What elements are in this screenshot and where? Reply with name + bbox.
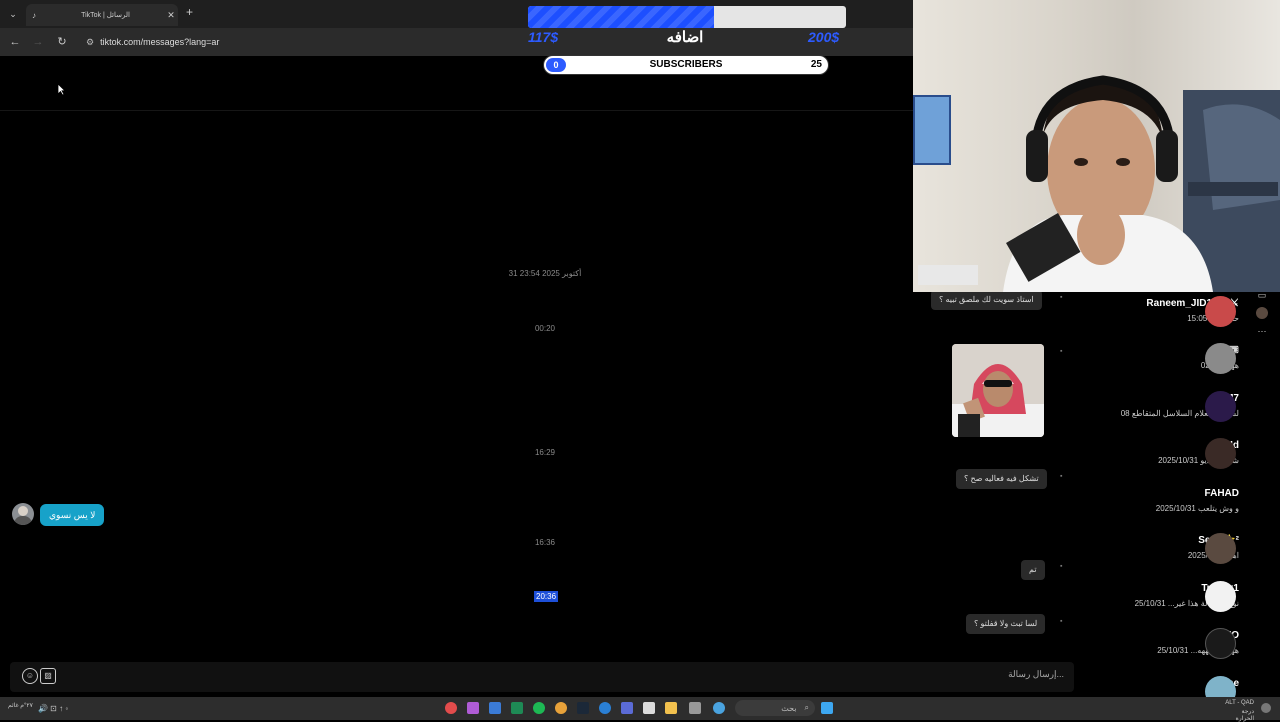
message-menu-icon[interactable]: ▪: [1060, 348, 1068, 355]
file-explorer-icon[interactable]: [665, 702, 677, 714]
avatar: [1205, 533, 1236, 564]
spotify-icon[interactable]: [533, 702, 545, 714]
conversation-item[interactable]: FAHAD و وش يتلعب 2025/10/31: [1087, 482, 1247, 528]
start-icon[interactable]: [821, 702, 833, 714]
conversation-item[interactable]: W 🎟 هههه 02:51: [1087, 339, 1247, 385]
goal-current: 117$: [528, 29, 559, 45]
goal-title: اضافه: [666, 29, 704, 46]
conversation-item[interactable]: FOFO 25/10/31 ...ههههههههههه: [1087, 624, 1247, 670]
edge-icon[interactable]: [599, 702, 611, 714]
search-label: بحث: [781, 703, 797, 713]
browser-tab[interactable]: ♪ TikTok | الرسائل ✕: [26, 4, 178, 26]
message-bubble-incoming[interactable]: لسا تبث ولا قفلتو ؟: [966, 614, 1046, 634]
taskbar: [0, 697, 1280, 720]
message-composer[interactable]: [10, 662, 1074, 692]
app-icon[interactable]: [643, 702, 655, 714]
avatar[interactable]: [12, 503, 34, 525]
app-icon[interactable]: [511, 702, 523, 714]
message-menu-icon[interactable]: ▪: [1060, 294, 1068, 301]
image-upload-icon[interactable]: ▨: [40, 668, 56, 684]
donation-goal-fill: [528, 6, 715, 28]
tab-list-chevron-icon[interactable]: ⌄: [5, 6, 21, 22]
site-info-icon[interactable]: ⚙: [86, 37, 94, 48]
avatar: [1205, 296, 1236, 327]
tiktok-icon: ♪: [32, 10, 36, 20]
message-input[interactable]: إرسال رسالة...: [940, 669, 1064, 680]
timestamp-highlighted: 20:36: [534, 591, 559, 602]
conversation-name: FAHAD: [1204, 488, 1239, 499]
conversation-list-inner: Raneem_JID1 🎧 ⚔ 15:05 حاط الب W 🎟 هههه 0…: [1087, 292, 1249, 707]
mouse-cursor-icon: [57, 83, 66, 96]
avatar: [1205, 628, 1236, 659]
close-tab-icon[interactable]: ✕: [164, 10, 178, 21]
timestamp: 16:36: [534, 538, 556, 547]
taskbar-search[interactable]: بحث ⌕: [735, 700, 815, 716]
webcam-feed: [913, 0, 1280, 292]
message-menu-icon[interactable]: ▪: [1060, 618, 1068, 625]
app-icon[interactable]: [467, 702, 479, 714]
timestamp: 00:20: [534, 324, 556, 333]
shared-photo[interactable]: [952, 344, 1044, 437]
subs-label: SUBSCRIBERS: [649, 59, 723, 70]
address-bar[interactable]: ⚙ tiktok.com/messages?lang=ar: [86, 33, 516, 51]
app-icon[interactable]: [713, 702, 725, 714]
profile-avatar[interactable]: [1256, 307, 1268, 319]
avatar: [1205, 343, 1236, 374]
message-menu-icon[interactable]: ▪: [1060, 563, 1068, 570]
app-icon[interactable]: [489, 702, 501, 714]
clock-time[interactable]: ALT - QAD: [1222, 700, 1254, 706]
message-bubble-incoming[interactable]: تم: [1021, 560, 1045, 580]
app-icon[interactable]: [689, 702, 701, 714]
avatar: [1205, 438, 1236, 469]
app-icon[interactable]: [445, 702, 457, 714]
message-bubble-incoming[interactable]: استاذ سويت لك ملصق تبيه ؟: [931, 290, 1042, 310]
conversation-item[interactable]: Sero ⭐² اها 2025/10/31: [1087, 529, 1247, 575]
conversation-item[interactable]: Turki x1 نوع الرسالة هذا غير... 25/10/31: [1087, 577, 1247, 623]
steam-icon[interactable]: [577, 702, 589, 714]
conversation-item[interactable]: Raneem_JID1 🎧 ⚔ 15:05 حاط الب: [1087, 292, 1247, 338]
back-icon[interactable]: ←: [7, 34, 23, 50]
subs-goal: 25: [810, 59, 822, 70]
timestamp: 31 أكتوبر 2025 23:54: [508, 269, 582, 278]
tab-title: TikTok | الرسائل: [81, 12, 130, 19]
forward-icon[interactable]: →: [30, 34, 46, 50]
message-bubble-outgoing[interactable]: لا يس نسوي: [40, 504, 105, 526]
message-bubble-incoming[interactable]: تشكل فيه فعاليه صح ؟: [956, 469, 1047, 489]
system-tray-icons[interactable]: 🔊 ⊡ ↑ ◦: [38, 704, 68, 713]
app-icon[interactable]: [621, 702, 633, 714]
subscribers-goal-bar: 0 SUBSCRIBERS 25: [543, 55, 829, 75]
search-icon: ⌕: [804, 703, 809, 712]
inbox-icon[interactable]: ▭: [1256, 290, 1268, 301]
goal-target: 200$: [808, 29, 840, 45]
avatar: [1205, 391, 1236, 422]
more-options-icon[interactable]: ⋯: [1256, 326, 1268, 337]
notification-icon[interactable]: [1261, 703, 1271, 713]
emoji-icon[interactable]: ☺: [22, 668, 38, 684]
timestamp: 16:29: [534, 448, 556, 457]
avatar: [1205, 581, 1236, 612]
reload-icon[interactable]: ↻: [54, 34, 70, 50]
url-text: tiktok.com/messages?lang=ar: [100, 37, 220, 47]
message-menu-icon[interactable]: ▪: [1060, 473, 1068, 480]
conversation-item[interactable]: jUd شارك فيديو 2025/10/31: [1087, 434, 1247, 480]
header-divider: [0, 110, 913, 111]
new-tab-button[interactable]: +: [186, 5, 193, 19]
conversation-preview: و وش يتلعب 2025/10/31: [1155, 504, 1239, 513]
chrome-icon[interactable]: [555, 702, 567, 714]
donation-goal-bar: [528, 6, 846, 28]
weather-widget[interactable]: ٢٧°م غائم: [8, 702, 33, 709]
conversation-item[interactable]: KM7 لست استعلام السلاسل المتقاطع 08: [1087, 387, 1247, 433]
